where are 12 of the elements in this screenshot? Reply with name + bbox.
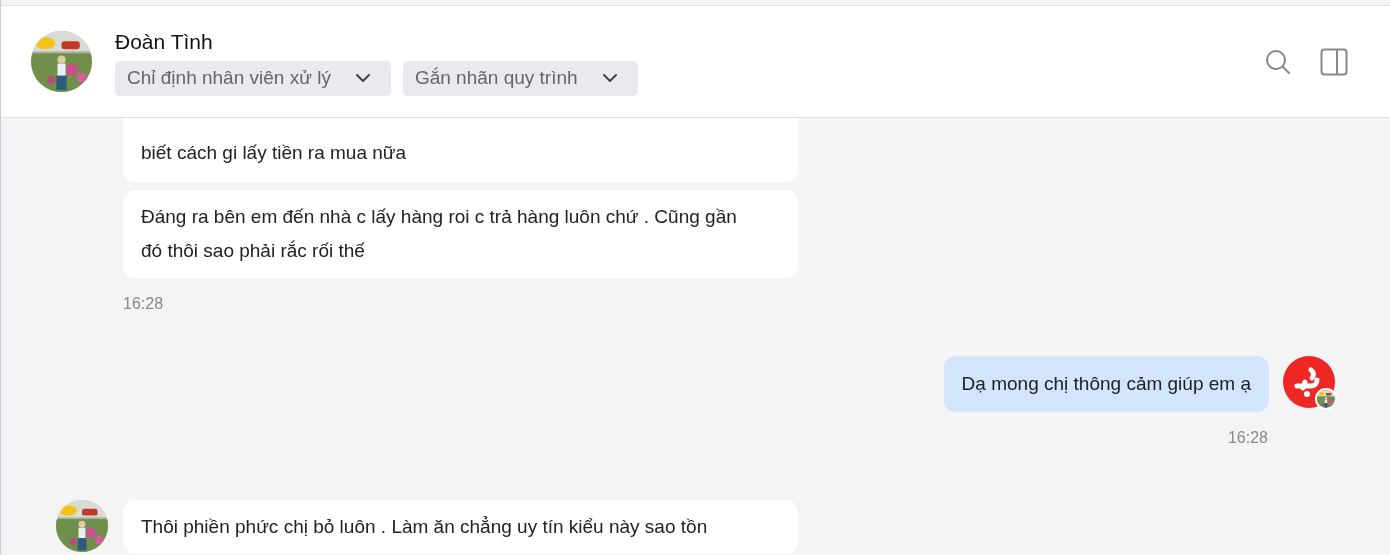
brand-avatar-icon — [1283, 356, 1335, 408]
incoming-message: Đáng ra bên em đến nhà c lấy hàng roi c trả hàng luôn chứ . Cũng gần đó thôi sao phải rắc rối thế — [123, 190, 798, 278]
incoming-message: biết cách gi lấy tiền ra mua nữa — [123, 118, 798, 182]
dropdown-button[interactable]: Gắn nhãn quy trình — [402, 60, 638, 96]
side-panel-icon[interactable] — [1320, 47, 1348, 76]
search-icon[interactable] — [1264, 47, 1292, 76]
contact-name: Đoàn Tình — [115, 28, 214, 55]
incoming-message: Thôi phiền phức chị bỏ luôn . Làm ăn chẳng uy tín kiểu này sao tồn — [123, 500, 798, 554]
dropdown-button[interactable]: Chỉ định nhân viên xử lý — [115, 60, 391, 96]
message-time: 16:28 — [123, 294, 164, 314]
outgoing-message: Dạ mong chị thông cảm giúp em ạ — [943, 356, 1269, 412]
message-time: 16:28 — [1227, 428, 1268, 448]
